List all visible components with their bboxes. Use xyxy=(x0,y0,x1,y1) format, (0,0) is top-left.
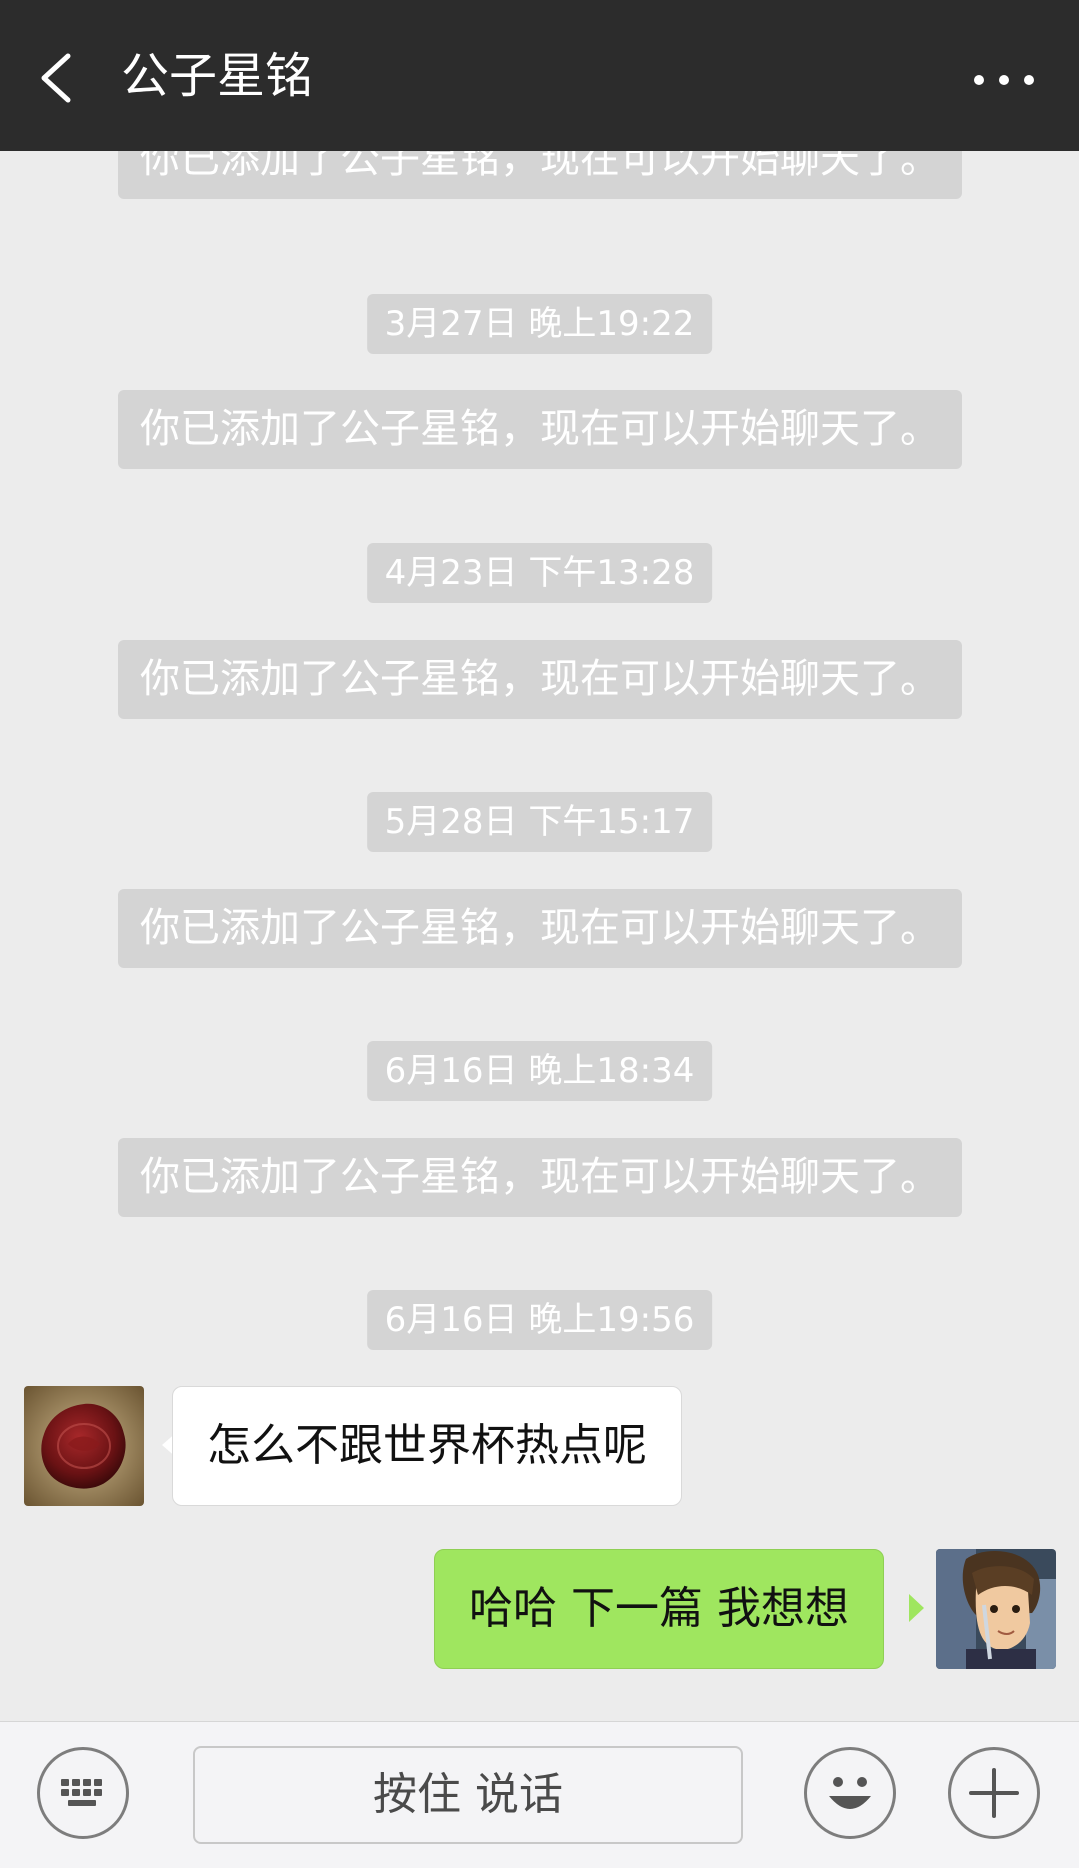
anime-portrait-image xyxy=(936,1549,1056,1669)
keyboard-toggle-button[interactable] xyxy=(37,1747,129,1839)
chevron-left-icon xyxy=(41,53,71,103)
chat-area[interactable]: 你已添加了公子星铭，现在可以开始聊天了。 3月27日 晚上19:22 你已添加了… xyxy=(0,151,1079,1721)
add-button[interactable] xyxy=(948,1747,1040,1839)
input-bar: 按住 说话 xyxy=(0,1721,1079,1868)
more-button[interactable] xyxy=(969,60,1039,100)
more-dots-icon xyxy=(974,75,1034,85)
bubble-tail xyxy=(909,1594,924,1622)
system-message: 你已添加了公子星铭，现在可以开始聊天了。 xyxy=(118,151,962,199)
keyboard-icon xyxy=(61,1779,102,1806)
timestamp: 4月23日 下午13:28 xyxy=(366,543,713,603)
timestamp: 6月16日 晚上18:34 xyxy=(366,1041,713,1101)
timestamp: 5月28日 下午15:17 xyxy=(366,792,713,852)
my-avatar[interactable] xyxy=(936,1549,1056,1669)
title-bar: 公子星铭 xyxy=(0,0,1079,151)
timestamp: 3月27日 晚上19:22 xyxy=(366,294,713,354)
back-button[interactable] xyxy=(28,38,88,118)
system-message: 你已添加了公子星铭，现在可以开始聊天了。 xyxy=(118,1138,962,1217)
timestamp: 6月16日 晚上19:56 xyxy=(366,1290,713,1350)
emoji-icon xyxy=(829,1777,871,1809)
system-message: 你已添加了公子星铭，现在可以开始聊天了。 xyxy=(118,640,962,719)
hold-to-talk-button[interactable]: 按住 说话 xyxy=(193,1746,743,1844)
plus-icon xyxy=(969,1768,1019,1818)
emoji-button[interactable] xyxy=(804,1747,896,1839)
system-message: 你已添加了公子星铭，现在可以开始聊天了。 xyxy=(118,390,962,469)
wax-seal-image xyxy=(24,1386,144,1506)
outgoing-message[interactable]: 哈哈 下一篇 我想想 xyxy=(434,1549,884,1669)
contact-avatar[interactable] xyxy=(24,1386,144,1506)
incoming-message[interactable]: 怎么不跟世界杯热点呢 xyxy=(172,1386,682,1506)
system-message: 你已添加了公子星铭，现在可以开始聊天了。 xyxy=(118,889,962,968)
chat-title: 公子星铭 xyxy=(121,48,314,104)
